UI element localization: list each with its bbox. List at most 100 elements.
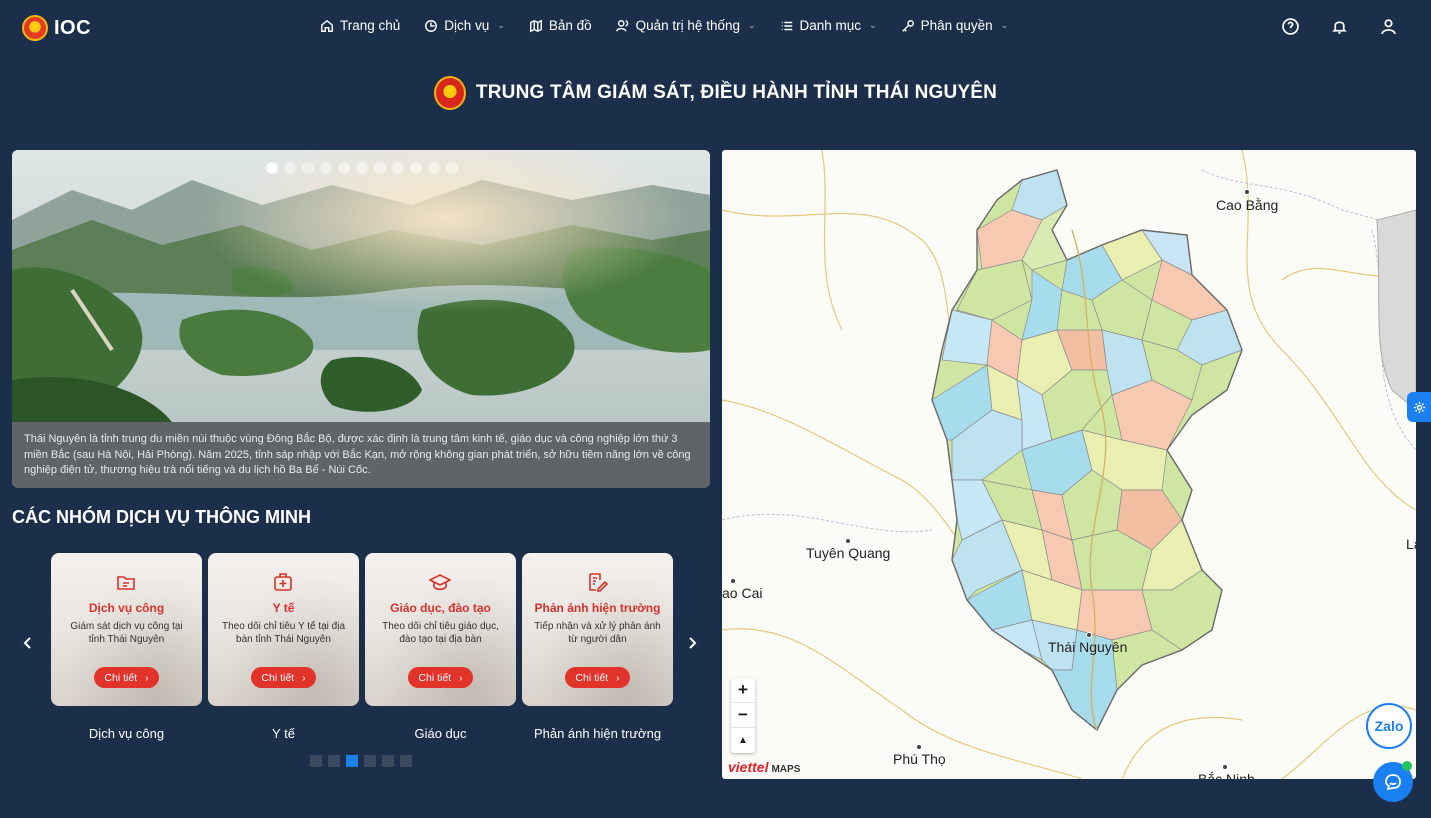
carousel-dot[interactable] (338, 162, 350, 174)
detail-button[interactable]: Chi tiết › (565, 667, 630, 688)
pagination-square[interactable] (382, 755, 394, 767)
bell-icon[interactable] (1331, 18, 1348, 35)
chevron-down-icon: ⌄ (1000, 20, 1009, 30)
city-pin (916, 744, 922, 750)
graduation-cap-icon (428, 574, 452, 591)
detail-button[interactable]: Chi tiết › (251, 667, 316, 688)
map-label-thai-nguyen: Thái Nguyên (1048, 639, 1128, 655)
card-description: Theo dõi chỉ tiêu Y tế tại địa bàn tỉnh … (221, 621, 346, 645)
service-card-public-services: Dịch vụ công Giám sát dịch vụ công tại t… (51, 553, 202, 741)
card-image[interactable]: Dịch vụ công Giám sát dịch vụ công tại t… (51, 553, 202, 706)
nav-label: Bản đồ (548, 18, 592, 33)
card-image[interactable]: Phản ánh hiện trường Tiếp nhận và xử lý … (522, 553, 673, 706)
reset-north-button[interactable]: ▲ (731, 728, 755, 753)
clock-icon (425, 19, 438, 32)
carousel-dot[interactable] (302, 162, 314, 174)
chevron-down-icon: ⌄ (497, 20, 505, 30)
card-title: Phản ánh hiện trường (534, 601, 661, 615)
card-label[interactable]: Dịch vụ công (89, 726, 164, 741)
map-label-tuyen-quang: Tuyên Quang (806, 545, 891, 561)
pagination-square[interactable] (310, 755, 322, 767)
page-title: TRUNG TÂM GIÁM SÁT, ĐIỀU HÀNH TỈNH THÁI … (0, 76, 1431, 110)
city-pin (1244, 189, 1250, 195)
card-title: Dịch vụ công (88, 601, 165, 615)
zoom-out-button[interactable]: − (731, 703, 755, 728)
map-label-lao-cai: ao Cai (722, 585, 763, 601)
carousel-dot[interactable] (320, 162, 332, 174)
detail-button[interactable]: Chi tiết › (408, 667, 473, 688)
card-label[interactable]: Phản ánh hiện trường (534, 726, 661, 741)
map-label-bac-ninh: Bắc Ninh (1198, 771, 1255, 779)
pagination-square[interactable] (346, 755, 358, 767)
gear-icon (1413, 401, 1425, 413)
carousel-dot[interactable] (428, 162, 440, 174)
header-actions (1282, 18, 1397, 35)
next-arrow-button[interactable] (682, 632, 702, 654)
pagination-square[interactable] (328, 755, 340, 767)
logo-text: IOC (54, 16, 92, 39)
online-status-dot (1402, 761, 1412, 771)
card-label[interactable]: Giáo dục (414, 726, 466, 741)
detail-button[interactable]: Chi tiết › (94, 667, 159, 688)
carousel-dot[interactable] (410, 162, 422, 174)
medical-kit-icon (274, 573, 292, 591)
user-icon[interactable] (1380, 18, 1397, 35)
map-label-lang-son: La (1406, 536, 1416, 552)
detail-button-label: Chi tiết (261, 671, 295, 684)
services-pagination (310, 755, 412, 767)
map-canvas (722, 150, 1416, 779)
settings-button[interactable] (1407, 392, 1431, 422)
nav-label: Quản trị hệ thống (635, 18, 740, 33)
brand-name: viettel (728, 759, 769, 775)
map-label-phu-tho: Phú Thọ (893, 751, 946, 767)
document-folder-icon (117, 576, 135, 590)
edit-note-icon (589, 573, 609, 592)
zalo-label: Zalo (1374, 718, 1404, 734)
carousel-dot[interactable] (356, 162, 368, 174)
zoom-in-button[interactable]: + (731, 678, 755, 703)
card-image[interactable]: Giáo dục, đào tạo Theo dõi chỉ tiêu giáo… (365, 553, 516, 706)
carousel-dots (266, 162, 458, 174)
carousel-dot[interactable] (284, 162, 296, 174)
hero-image (12, 150, 710, 422)
pagination-square[interactable] (400, 755, 412, 767)
nav-item-system-admin[interactable]: Quản trị hệ thống ⌄ (615, 18, 756, 33)
nav-item-services[interactable]: Dịch vụ ⌄ (424, 18, 505, 33)
chat-bubble-icon (1385, 774, 1401, 791)
city-pin (1086, 632, 1092, 638)
users-icon (615, 19, 628, 31)
pagination-square[interactable] (364, 755, 376, 767)
carousel-dot[interactable] (392, 162, 404, 174)
nav-item-catalog[interactable]: Danh mục ⌄ (780, 18, 877, 33)
service-cards: Dịch vụ công Giám sát dịch vụ công tại t… (51, 553, 673, 741)
card-title: Y tế (272, 601, 295, 615)
carousel-dot[interactable] (266, 162, 278, 174)
nav-item-permissions[interactable]: Phân quyền ⌄ (901, 18, 1009, 33)
map-brand-logo: viettel MAPS (728, 759, 800, 775)
nav-label: Phân quyền (920, 18, 993, 33)
app-logo[interactable]: IOC (22, 15, 91, 41)
key-icon (901, 19, 914, 32)
help-icon[interactable] (1282, 18, 1299, 35)
zoom-controls: + − ▲ (731, 678, 755, 753)
carousel-dot[interactable] (446, 162, 458, 174)
nav-label: Trang chủ (340, 18, 401, 33)
card-label[interactable]: Y tế (272, 726, 295, 741)
brand-suffix: MAPS (771, 764, 801, 775)
map-label-cao-bang: Cao Bằng (1216, 197, 1279, 213)
province-map[interactable]: Cao Bằng Tuyên Quang ao Cai Thái Nguyên … (722, 150, 1416, 779)
map-icon (529, 19, 542, 32)
zalo-chat-button[interactable]: Zalo (1366, 703, 1412, 749)
chevron-right-icon: › (302, 671, 306, 684)
carousel-dot[interactable] (374, 162, 386, 174)
nav-label: Dịch vụ (444, 18, 490, 33)
chevron-left-icon (23, 637, 31, 649)
nav-item-home[interactable]: Trang chủ (320, 18, 400, 33)
detail-button-label: Chi tiết (104, 671, 138, 684)
chevron-right-icon: › (459, 671, 463, 684)
nav-item-map[interactable]: Bản đồ (529, 18, 592, 33)
city-pin (845, 538, 851, 544)
prev-arrow-button[interactable] (18, 632, 38, 654)
card-image[interactable]: Y tế Theo dõi chỉ tiêu Y tế tại địa bàn … (208, 553, 359, 706)
service-card-health: Y tế Theo dõi chỉ tiêu Y tế tại địa bàn … (208, 553, 359, 741)
